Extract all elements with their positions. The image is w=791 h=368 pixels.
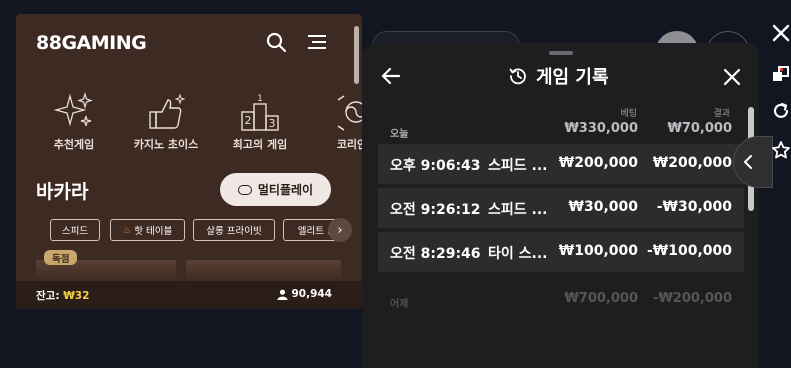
row-game: 스피드 ... [488,158,548,174]
panel-header: 게임 기록 [508,63,609,89]
category-label: 추천게임 [53,138,95,151]
svg-text:1: 1 [257,94,263,104]
exclusive-badge: 독점 [44,250,78,265]
history-row[interactable]: 오전 9:26:12 스피드 ... ₩30,000 -₩30,000 [378,188,744,228]
history-row[interactable]: 오전 8:29:46 타이 스... ₩100,000 -₩100,000 [378,232,744,272]
close-icon[interactable] [771,23,791,43]
scrollbar[interactable] [354,26,359,84]
refresh-icon[interactable] [771,101,791,121]
chip-speed[interactable]: 스피드 [50,219,100,241]
group-bet-total: ₩700,000 [564,291,638,306]
row-bet: ₩30,000 [568,199,638,215]
row-game: 타이 스... [488,246,548,262]
chip-label: 스피드 [61,226,89,237]
player-count-value: 90,944 [291,288,332,300]
chip-label: 살롱 프라이빗 [206,226,262,237]
group-result-total: -₩200,000 [653,291,732,306]
group-label: 오늘 [390,129,409,140]
svg-text:3: 3 [269,117,276,130]
star-icon[interactable] [771,140,791,160]
search-icon[interactable] [264,30,288,54]
group-result-total: ₩70,000 [667,121,732,136]
row-result: ₩200,000 [652,155,732,171]
balance-bar: 잔고: ₩32 90,944 [16,281,362,309]
multiplay-label: 멀티플레이 [257,183,314,197]
row-game: 스피드 ... [488,202,548,218]
date-group-yesterday: 어제 ₩700,000 -₩200,000 [378,291,744,313]
chevron-right-icon[interactable]: › [328,218,352,242]
drag-handle[interactable] [549,51,573,55]
date-group-today: 오늘 ₩330,000 ₩70,000 [378,121,744,141]
balance-value: ₩32 [63,290,90,302]
history-row[interactable]: 오후 9:06:43 스피드 ... ₩200,000 ₩200,000 [378,144,744,184]
multiplay-icon [237,184,252,195]
chip-label: 핫 테이블 [134,226,173,237]
user-icon [277,289,289,300]
close-icon[interactable] [722,67,742,87]
fire-icon: ♨ [122,224,132,236]
row-time: 오후 9:06:43 [390,158,481,174]
brand-logo[interactable]: 88GAMING [36,32,147,54]
back-arrow-icon[interactable] [380,65,402,87]
podium-icon: 1 2 3 [241,94,279,131]
korean-flag-icon [337,95,362,131]
chip-salon-prive[interactable]: 살롱 프라이빗 [193,219,275,241]
section-title: 바카라 [36,181,89,203]
multiplay-button[interactable]: 멀티플레이 [220,173,331,206]
balance: 잔고: ₩32 [36,288,89,303]
thumbs-up-icon [149,93,186,129]
category-top-games[interactable]: 1 2 3 최고의 게임 [212,92,308,152]
player-count: 90,944 [277,288,332,300]
svg-text:2: 2 [245,114,252,127]
category-recommended[interactable]: 추천게임 [26,92,122,152]
chip-label: 엘리트 : [297,226,331,237]
chevron-left-icon [744,155,752,169]
popout-icon[interactable] [771,64,791,84]
column-header-bet: 베팅 [620,109,637,119]
category-bar: 추천게임 카지노 초이스 1 2 3 최고의 게임 코리 [16,92,362,162]
menu-icon[interactable] [305,30,329,54]
row-bet: ₩100,000 [558,243,638,259]
chip-hot-table[interactable]: ♨ 핫 테이블 [110,219,185,241]
group-label: 어제 [390,299,409,310]
category-korean[interactable]: 코리안 [304,92,362,152]
category-casino-choice[interactable]: 카지노 초이스 [118,92,214,152]
column-header-result: 결과 [713,109,730,119]
group-bet-total: ₩330,000 [564,121,638,136]
row-time: 오전 8:29:46 [390,246,481,262]
row-bet: ₩200,000 [558,155,638,171]
panel-title: 게임 기록 [536,67,609,88]
row-result: -₩30,000 [656,199,732,215]
row-result: -₩100,000 [646,243,732,259]
history-icon [509,68,526,85]
row-time: 오전 9:26:12 [390,202,481,218]
category-label: 최고의 게임 [232,138,288,151]
balance-label: 잔고: [36,290,60,302]
sparkles-icon [53,92,93,127]
category-label: 코리안 [336,138,362,151]
category-label: 카지노 초이스 [133,138,199,151]
game-history-panel: 게임 기록 베팅 결과 오늘 ₩330,000 ₩70,000 오후 9:06:… [362,43,759,368]
casino-app-window: 88GAMING 추천게임 카지노 초이스 1 2 3 최고의 게임 코리 바카… [16,14,362,309]
